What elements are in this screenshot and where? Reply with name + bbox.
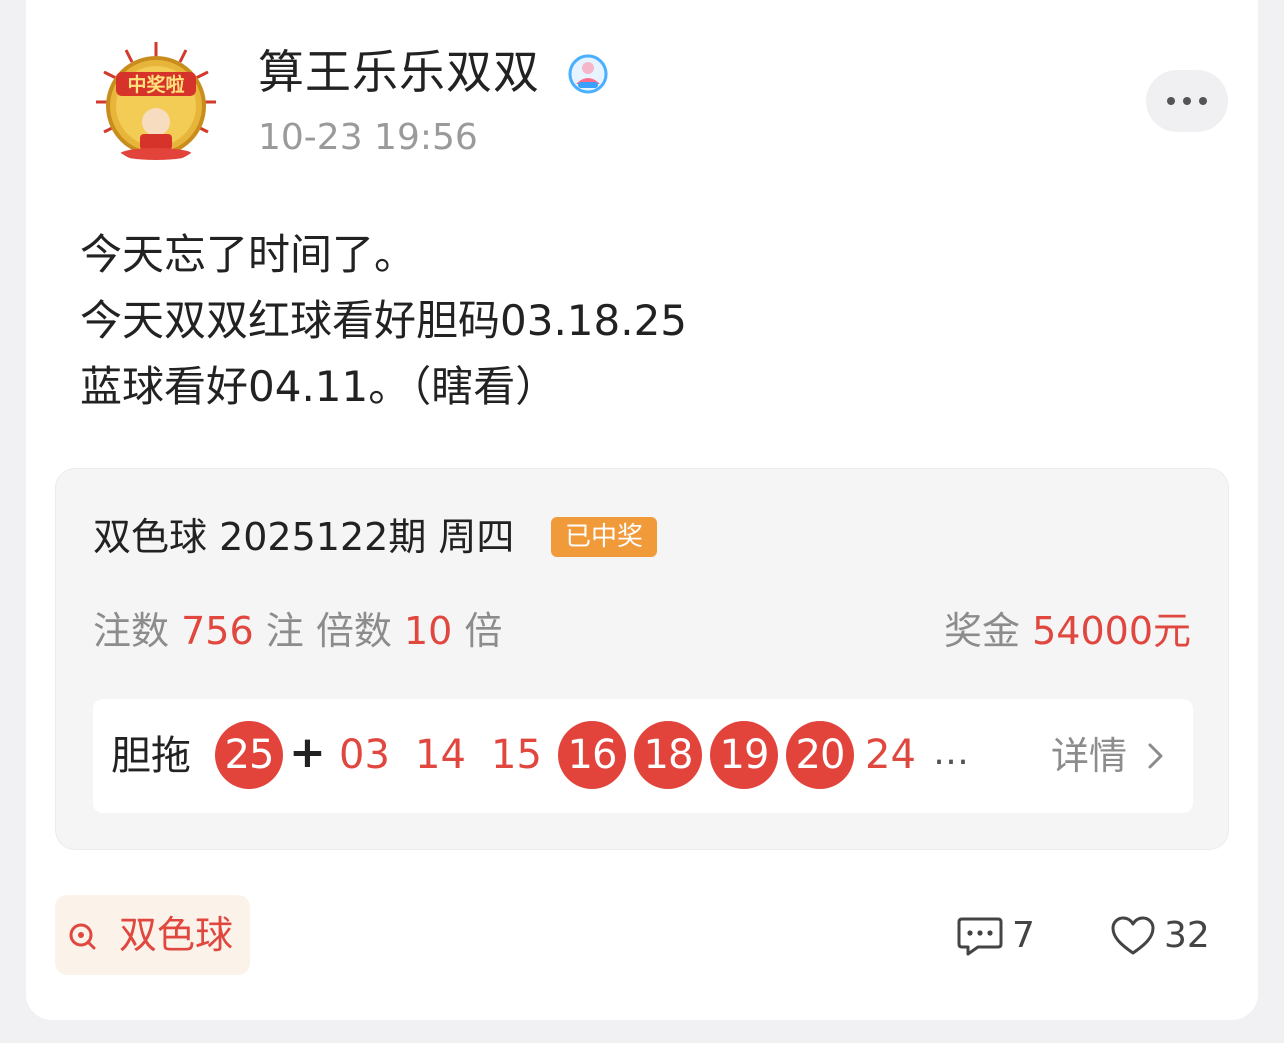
drag-number-ball: 18 (634, 721, 702, 789)
like-button[interactable]: 32 (1110, 910, 1210, 962)
post-text-line: 今天双双红球看好胆码03.18.25 (80, 296, 688, 345)
post-timestamp: 10-23 19:56 (258, 117, 478, 158)
bets-unit: 注 (265, 609, 304, 653)
comment-icon (957, 917, 1003, 956)
heart-icon (1111, 916, 1155, 955)
post-card: 中奖啦 算王乐乐双双 10-23 19:56 今天忘了时间了。 今天双双红球看好… (26, 0, 1258, 1020)
avatar-text: 中奖啦 (127, 73, 184, 96)
more-dot-icon (1199, 97, 1207, 105)
plus-sign: + (289, 727, 326, 778)
post-text-line: 今天忘了时间了。 (80, 230, 417, 279)
bets-value: 756 (181, 609, 254, 653)
avatar-image: 中奖啦 (94, 40, 218, 164)
detail-label: 详情 (1051, 734, 1128, 778)
banker-ball: 25 (215, 721, 283, 789)
comment-button[interactable]: 7 (956, 910, 1035, 962)
lottery-ticket-card[interactable]: 双色球 2025122期 周四 已中奖 注数 756 注 倍数 10 倍 奖金 … (55, 468, 1229, 850)
avatar[interactable]: 中奖啦 (94, 40, 218, 164)
more-dot-icon (1167, 97, 1175, 105)
post-text-line: 蓝球看好04.11。（瞎看） (80, 362, 558, 411)
prize-label: 奖金 (944, 609, 1021, 653)
prize-info: 奖金 54000元 (944, 605, 1191, 657)
like-count: 32 (1164, 915, 1210, 956)
drag-number: 15 (491, 732, 542, 778)
author-name[interactable]: 算王乐乐双双 (258, 42, 540, 102)
topic-tag[interactable]: 双色球 (55, 895, 250, 975)
comment-count: 7 (1012, 915, 1035, 956)
verified-user-badge-icon (568, 54, 608, 94)
prize-value: 54000元 (1032, 609, 1191, 653)
bet-type-label: 胆拖 (111, 733, 191, 779)
ticket-numbers-row[interactable]: 胆拖 25 + 03 14 15 16 18 19 20 24 … 详情 (93, 699, 1193, 813)
drag-number: 03 (339, 732, 390, 778)
bets-label: 注数 (93, 609, 170, 653)
post-content: 今天忘了时间了。 今天双双红球看好胆码03.18.25 蓝球看好04.11。（瞎… (80, 222, 687, 420)
multiple-label: 倍数 (315, 609, 392, 653)
topic-label: 双色球 (119, 913, 234, 957)
ticket-detail-link[interactable]: 详情 (1051, 729, 1167, 783)
drag-number: 24 (865, 732, 916, 778)
topic-search-icon (69, 923, 96, 950)
won-status-badge: 已中奖 (551, 517, 658, 557)
drag-number: 14 (415, 732, 466, 778)
chevron-right-icon (1148, 743, 1163, 769)
more-dot-icon (1183, 97, 1191, 105)
ticket-stats: 注数 756 注 倍数 10 倍 (93, 605, 502, 657)
more-options-button[interactable] (1146, 70, 1228, 132)
drag-number-ball: 20 (786, 721, 854, 789)
multiple-unit: 倍 (464, 609, 503, 653)
drag-number-ball: 19 (710, 721, 778, 789)
multiple-value: 10 (403, 609, 453, 653)
more-numbers-ellipsis: … (933, 732, 969, 773)
ticket-title: 双色球 2025122期 周四 (93, 515, 515, 559)
drag-number-ball: 16 (558, 721, 626, 789)
